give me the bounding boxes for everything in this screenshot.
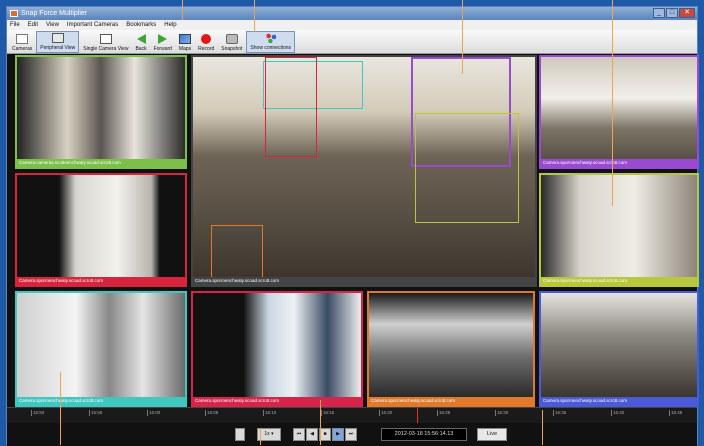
timeline-tick: 16:05 (204, 410, 219, 416)
camera-list-icon (16, 34, 29, 44)
timeline-tick: 15:55 (88, 410, 103, 416)
callout-line (320, 400, 321, 445)
timeline-tick: 16:30 (494, 410, 509, 416)
camera-tile-left-bottom[interactable]: Camera.sporroenchwaty.scoad.scrott.com (15, 291, 187, 407)
timeline-tick: 16:40 (610, 410, 625, 416)
record-button[interactable]: Record (195, 31, 217, 53)
menu-bar: File Edit View Important Cameras Bookmar… (7, 20, 697, 30)
live-button[interactable]: Live (477, 428, 507, 441)
connections-icon (264, 33, 277, 43)
skip-forward-button[interactable]: ⏭ (345, 428, 357, 441)
connection-overlay (265, 57, 317, 157)
app-window: Snap Force Multiplier _ □ ✕ File Edit Vi… (6, 6, 699, 446)
callout-line (612, 0, 613, 206)
title-bar: Snap Force Multiplier _ □ ✕ (7, 7, 697, 20)
camera-caption: Camera.sporroenchwaty.scoad.scrott.com (541, 397, 697, 405)
camera-tile-bottom-2[interactable]: Camera.sporroenchwaty.scoad.scrott.com (191, 291, 363, 407)
playback-controls: 1x ▾ ⏮ ◀ ■ ▶ ⏭ 2012-03-18 15:56:14.13 Li… (7, 423, 697, 446)
menu-edit[interactable]: Edit (28, 20, 38, 30)
menu-file[interactable]: File (10, 20, 20, 30)
camera-caption: Camera.cameras.scottoenchwaty.scoad.scro… (17, 159, 185, 167)
record-icon (201, 34, 212, 44)
play-button[interactable]: ▶ (332, 428, 344, 441)
single-camera-icon (99, 34, 112, 44)
camera-caption: Camera.sporroenchwaty.scoad.scrott.com (369, 397, 533, 405)
menu-important-cameras[interactable]: Important Cameras (67, 20, 118, 30)
camera-caption: Camera.sporroenchwaty.scoad.scrott.com (193, 277, 535, 285)
menu-help[interactable]: Help (164, 20, 176, 30)
snapshot-button[interactable]: Snapshot (218, 31, 245, 53)
menu-view[interactable]: View (46, 20, 59, 30)
camera-tile-right-mid[interactable]: Camera.sporroenchwaty.scoad.scrott.com (539, 173, 699, 287)
camera-tile-bottom-3[interactable]: Camera.sporroenchwaty.scoad.scrott.com (367, 291, 535, 407)
maps-button[interactable]: Maps (176, 31, 194, 53)
toolbar: Cameras Peripheral View Single Camera Vi… (7, 30, 697, 54)
camera-tile-left-mid[interactable]: Camera.sporroenchwaty.scoad.scrott.com (15, 173, 187, 287)
snapshot-icon (225, 34, 238, 44)
app-icon (10, 10, 18, 17)
menu-bookmarks[interactable]: Bookmarks (126, 20, 156, 30)
skip-back-button[interactable]: ⏮ (293, 428, 305, 441)
callout-line (254, 0, 255, 32)
map-icon (179, 34, 192, 44)
camera-caption: Camera.sporroenchwaty.scoad.scrott.com (541, 277, 697, 285)
camera-grid: Camera.cameras.scottoenchwaty.scoad.scro… (7, 55, 699, 407)
timestamp-display: 2012-03-18 15:56:14.13 (381, 428, 467, 441)
callout-line (542, 410, 543, 445)
forward-arrow-icon (158, 34, 168, 44)
camera-tile-left-top[interactable]: Camera.cameras.scottoenchwaty.scoad.scro… (15, 55, 187, 169)
camera-caption: Camera.sporroenchwaty.scoad.scrott.com (17, 277, 185, 285)
timeline[interactable]: 15:50 15:55 16:00 16:05 16:10 16:15 16:2… (7, 407, 697, 424)
timeline-tick: 16:10 (262, 410, 277, 416)
camera-caption: Camera.sporroenchwaty.scoad.scrott.com (541, 159, 697, 167)
timeline-tick: 16:15 (320, 410, 335, 416)
timeline-tick: 16:00 (146, 410, 161, 416)
callout-line (60, 372, 61, 445)
camera-caption: Camera.sporroenchwaty.scoad.scrott.com (17, 397, 185, 405)
peripheral-view-button[interactable]: Peripheral View (36, 31, 80, 53)
peripheral-view-icon (51, 33, 64, 43)
timeline-tick: 16:20 (378, 410, 393, 416)
timeline-tick: 16:45 (668, 410, 683, 416)
forward-button[interactable]: Forward (151, 31, 175, 53)
maximize-button[interactable]: □ (666, 8, 678, 18)
connection-overlay (211, 225, 263, 281)
minimize-button[interactable]: _ (653, 8, 665, 18)
single-camera-view-button[interactable]: Single Camera View (80, 31, 131, 53)
timeline-tick: 15:50 (30, 410, 45, 416)
camera-tile-center[interactable]: Camera.sporroenchwaty.scoad.scrott.com (191, 55, 537, 287)
show-connections-button[interactable]: Show connections (246, 31, 296, 53)
cameras-button[interactable]: Cameras (9, 31, 35, 53)
bookmark-button[interactable] (235, 428, 245, 441)
camera-tile-right-top[interactable]: Camera.sporroenchwaty.scoad.scrott.com (539, 55, 699, 169)
back-arrow-icon (136, 34, 146, 44)
timeline-playhead[interactable] (417, 408, 418, 424)
play-reverse-button[interactable]: ◀ (306, 428, 318, 441)
timeline-tick: 16:35 (552, 410, 567, 416)
camera-caption: Camera.sporroenchwaty.scoad.scrott.com (193, 397, 361, 405)
callout-line (182, 0, 183, 20)
timeline-tick: 16:25 (436, 410, 451, 416)
camera-tile-right-bottom[interactable]: Camera.sporroenchwaty.scoad.scrott.com (539, 291, 699, 407)
callout-line (260, 428, 261, 445)
callout-line (462, 0, 463, 74)
back-button[interactable]: Back (132, 31, 149, 53)
window-title: Snap Force Multiplier (21, 10, 88, 17)
connection-overlay (415, 113, 519, 223)
close-button[interactable]: ✕ (679, 8, 695, 18)
